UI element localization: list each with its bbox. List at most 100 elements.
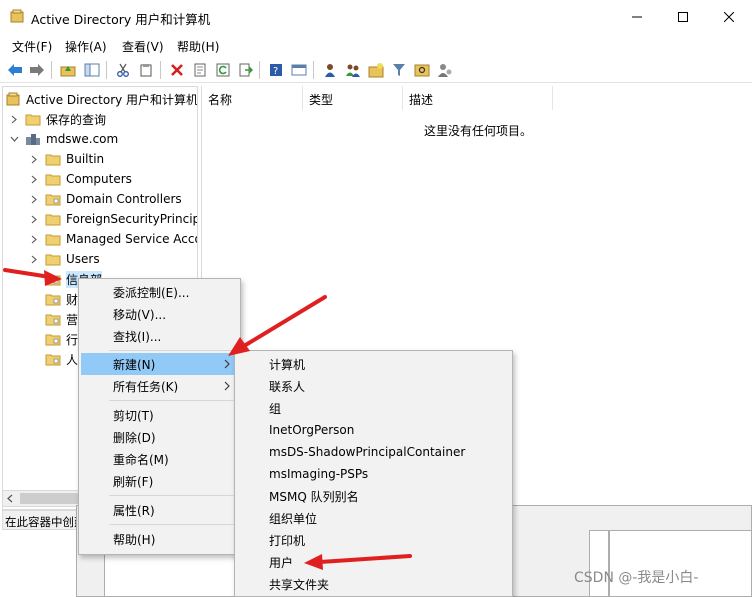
tree-label: 人	[66, 352, 79, 367]
new-ou-button[interactable]	[366, 60, 386, 80]
menu-item-all-tasks[interactable]: 所有任务(K)	[81, 375, 238, 397]
close-button[interactable]	[706, 0, 752, 33]
find-button[interactable]	[412, 60, 432, 80]
expand-icon[interactable]	[29, 174, 39, 184]
window-title: Active Directory 用户和计算机	[31, 12, 211, 27]
show-hide-tree-icon	[84, 63, 100, 77]
export-button[interactable]	[236, 60, 256, 80]
menu-action[interactable]: 操作(A)	[65, 38, 107, 55]
expand-icon[interactable]	[29, 214, 39, 224]
export-icon	[239, 63, 253, 77]
submenu-item-inetorgperson[interactable]: InetOrgPerson	[237, 419, 510, 441]
menu-help[interactable]: 帮助(H)	[177, 38, 219, 55]
ou-folder-icon	[45, 312, 61, 326]
maximize-button[interactable]	[660, 0, 706, 33]
submenu-item-ou[interactable]: 组织单位	[237, 507, 510, 529]
submenu-item-group[interactable]: 组	[237, 397, 510, 419]
scroll-left-icon[interactable]	[7, 494, 13, 503]
filter-icon	[393, 64, 405, 76]
menu-item-label: 新建(N)	[113, 357, 156, 372]
expand-icon[interactable]	[9, 114, 19, 124]
refresh-icon	[216, 63, 230, 77]
menu-item-help[interactable]: 帮助(H)	[81, 528, 238, 550]
minimize-button[interactable]	[614, 0, 660, 33]
new-group-button[interactable]	[343, 60, 363, 80]
menu-item-rename[interactable]: 重命名(M)	[81, 448, 238, 470]
properties-button[interactable]	[190, 60, 210, 80]
menu-item-label: 所有任务(K)	[113, 379, 179, 394]
expand-icon[interactable]	[29, 234, 39, 244]
submenu-item-contact[interactable]: 联系人	[237, 375, 510, 397]
new-submenu: 计算机 联系人 组 InetOrgPerson msDS-ShadowPrinc…	[234, 350, 513, 597]
show-hide-tree-button[interactable]	[82, 60, 102, 80]
column-description[interactable]: 描述	[403, 86, 553, 110]
submenu-item-msimaging-psps[interactable]: msImaging-PSPs	[237, 463, 510, 485]
filter-button[interactable]	[389, 60, 409, 80]
submenu-item-msmq-alias[interactable]: MSMQ 队列别名	[237, 485, 510, 507]
back-button[interactable]	[5, 60, 25, 80]
menu-item-move[interactable]: 移动(V)...	[81, 303, 238, 325]
submenu-item-shadow-principal-container[interactable]: msDS-ShadowPrincipalContainer	[237, 441, 510, 463]
tree-label: Computers	[66, 172, 132, 186]
menu-item-properties[interactable]: 属性(R)	[81, 499, 238, 521]
empty-list-message: 这里没有任何项目。	[424, 124, 533, 138]
delete-button[interactable]	[167, 60, 187, 80]
svg-text:?: ?	[273, 66, 278, 77]
tree-item-ou-hr[interactable]: 人	[29, 349, 78, 369]
new-user-button[interactable]	[320, 60, 340, 80]
tree-item-domain-controllers[interactable]: Domain Controllers	[29, 189, 182, 209]
menu-item-delete[interactable]: 删除(D)	[81, 426, 238, 448]
column-type[interactable]: 类型	[303, 86, 403, 110]
tree-item-saved-queries[interactable]: 保存的查询	[9, 109, 106, 129]
paste-button[interactable]	[136, 60, 156, 80]
submenu-item-shared-folder[interactable]: 共享文件夹	[237, 573, 510, 595]
tree-item-computers[interactable]: Computers	[29, 169, 132, 189]
console-button[interactable]	[289, 60, 309, 80]
collapse-icon[interactable]	[9, 134, 19, 144]
expand-icon[interactable]	[29, 254, 39, 264]
tree-item-ou-sales[interactable]: 营	[29, 309, 78, 329]
menu-item-cut[interactable]: 剪切(T)	[81, 404, 238, 426]
folder-icon	[45, 252, 61, 266]
tree-item-ou-admin[interactable]: 行	[29, 329, 78, 349]
cut-button[interactable]	[113, 60, 133, 80]
tree-label: 行	[66, 332, 79, 347]
tree-label: Domain Controllers	[66, 192, 182, 206]
properties-icon	[194, 63, 206, 77]
delegate-button[interactable]	[435, 60, 455, 80]
ou-folder-icon	[45, 352, 61, 366]
ou-folder-icon	[45, 292, 61, 306]
scrollbar-thumb[interactable]	[20, 493, 80, 504]
submenu-item-user[interactable]: 用户	[237, 551, 510, 573]
submenu-item-printer[interactable]: 打印机	[237, 529, 510, 551]
up-folder-button[interactable]	[58, 60, 78, 80]
tree-item-users[interactable]: Users	[29, 249, 100, 269]
ou-folder-icon	[45, 192, 61, 206]
expand-icon[interactable]	[29, 194, 39, 204]
menu-item-refresh[interactable]: 刷新(F)	[81, 470, 238, 492]
expand-icon[interactable]	[29, 154, 39, 164]
context-menu: 委派控制(E)... 移动(V)... 查找(I)... 新建(N) 所有任务(…	[78, 278, 241, 555]
tree-label: 营	[66, 312, 79, 327]
menu-view[interactable]: 查看(V)	[122, 38, 164, 55]
column-name[interactable]: 名称	[202, 86, 303, 110]
menu-item-find[interactable]: 查找(I)...	[81, 325, 238, 347]
tree-label: Active Directory 用户和计算机	[26, 92, 198, 107]
tree-label: 保存的查询	[46, 112, 107, 127]
forward-button[interactable]	[27, 60, 47, 80]
ad-app-icon	[10, 9, 24, 23]
tree-item-managed-service-accounts[interactable]: Managed Service Accounts	[29, 229, 197, 249]
tree-item-foreign-security-principals[interactable]: ForeignSecurityPrincipals	[29, 209, 197, 229]
submenu-item-computer[interactable]: 计算机	[237, 353, 510, 375]
tree-item-ou-finance[interactable]: 财	[29, 289, 78, 309]
menu-item-new[interactable]: 新建(N)	[81, 353, 238, 375]
menu-file[interactable]: 文件(F)	[12, 38, 52, 55]
menu-item-delegate-control[interactable]: 委派控制(E)...	[81, 281, 238, 303]
folder-icon	[45, 212, 61, 226]
tree-root[interactable]: Active Directory 用户和计算机	[5, 89, 198, 109]
help-button[interactable]: ?	[266, 60, 286, 80]
tree-item-domain[interactable]: mdswe.com	[9, 129, 118, 149]
refresh-button[interactable]	[213, 60, 233, 80]
tree-item-builtin[interactable]: Builtin	[29, 149, 104, 169]
find-icon	[414, 64, 430, 77]
